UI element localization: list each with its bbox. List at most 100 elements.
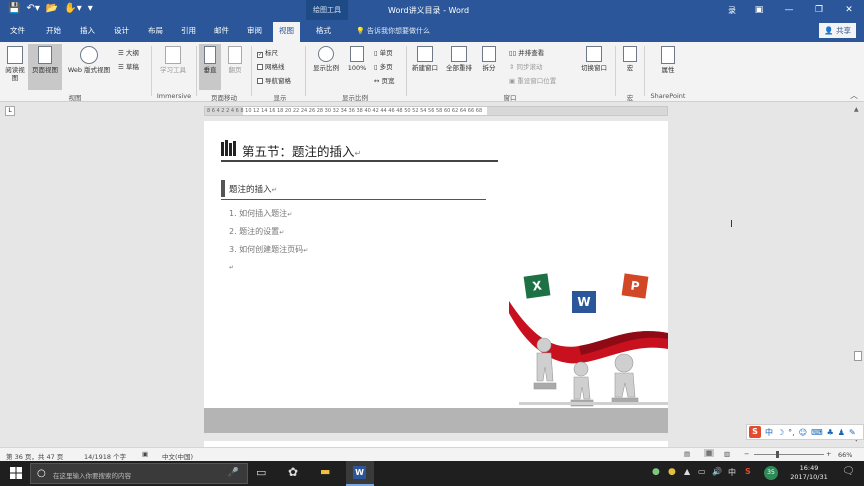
document-page[interactable]: 第五节：题注的插入↵ 题注的插入↵ 1. 如何插入题注↵ 2. 题注的设置↵ 3… xyxy=(204,121,668,433)
tell-me-box[interactable]: 💡 告诉我你想要做什么 xyxy=(356,26,430,36)
zoom-slider[interactable] xyxy=(754,451,824,458)
tab-format[interactable]: 格式 xyxy=(316,25,331,36)
share-button[interactable]: 👤 共享 xyxy=(819,23,856,38)
tab-home[interactable]: 开始 xyxy=(46,25,61,36)
zoom-out-icon[interactable]: − xyxy=(744,450,749,458)
taskbar-word-app[interactable]: W xyxy=(346,461,374,486)
tab-file[interactable]: 文件 xyxy=(10,25,25,36)
zoom-button[interactable]: 显示比例 xyxy=(309,46,343,72)
group-separator xyxy=(644,46,645,96)
sogou-tray-icon[interactable]: S xyxy=(745,467,751,476)
reset-position-button[interactable]: ▣ 重设窗口位置 xyxy=(509,75,556,85)
side-to-side-button[interactable]: 翻页 xyxy=(224,46,246,74)
smile-icon[interactable]: ☺ xyxy=(799,428,807,437)
zoom-in-icon[interactable]: + xyxy=(826,450,831,458)
tab-mailings[interactable]: 邮件 xyxy=(214,25,229,36)
switch-windows-button[interactable]: 切换窗口 xyxy=(576,46,612,72)
sync-scroll-button[interactable]: ⇕ 同步滚动 xyxy=(509,61,543,71)
moon-icon[interactable]: ☽ xyxy=(777,428,784,437)
windows-start-icon[interactable] xyxy=(10,467,22,479)
collapse-ribbon-icon[interactable]: ︿ xyxy=(850,90,858,101)
tray-app-icon[interactable]: ● xyxy=(652,467,660,477)
group-label-views: 视图 xyxy=(68,94,82,102)
web-layout-button[interactable]: Web 版式视图 xyxy=(63,46,115,74)
ribbon-display-options-button[interactable]: ▣ xyxy=(744,0,774,20)
shirt-icon[interactable]: ♟ xyxy=(838,428,845,437)
touch-mode-icon[interactable]: ✋▾ xyxy=(64,3,81,14)
paragraph-mark: ↵ xyxy=(229,264,235,271)
task-view-icon[interactable]: ▭ xyxy=(256,466,266,479)
print-layout-button[interactable]: 页面视图 xyxy=(28,44,62,90)
side-by-side-button[interactable]: ▯▯ 并排查看 xyxy=(509,47,544,57)
skin-icon[interactable]: ♣ xyxy=(827,428,834,437)
one-page-button[interactable]: ▯ 单页 xyxy=(374,47,393,57)
tray-badge[interactable]: 35 xyxy=(764,466,778,480)
scroll-thumb[interactable] xyxy=(854,351,862,361)
read-mode-view-icon[interactable]: ▤ xyxy=(684,450,690,458)
side-to-side-icon xyxy=(228,46,242,64)
horizontal-ruler[interactable]: 8 6 4 2 2 4 6 8 10 12 14 16 18 20 22 24 … xyxy=(204,106,668,116)
save-icon[interactable]: 💾 xyxy=(8,3,20,14)
wrench-icon[interactable]: ✎ xyxy=(849,428,856,437)
context-tab-label: 绘图工具 xyxy=(306,0,348,20)
tab-layout[interactable]: 布局 xyxy=(148,25,163,36)
read-mode-button[interactable]: 阅读视图 xyxy=(3,46,27,82)
restore-button[interactable]: ❐ xyxy=(804,0,834,20)
print-layout-view-icon[interactable]: ▦ xyxy=(704,449,715,457)
proofing-icon[interactable]: ▣ xyxy=(142,450,148,458)
learning-tools-button[interactable]: 学习工具 xyxy=(160,46,186,74)
app-pinwheel-icon[interactable]: ✿ xyxy=(288,465,298,479)
outline-button[interactable]: ☰ 大纲 xyxy=(118,47,139,57)
battery-icon[interactable]: ▭ xyxy=(698,467,706,476)
ime-toolbar[interactable]: S 中 ☽ °, ☺ ⌨ ♣ ♟ ✎ xyxy=(746,424,864,440)
ime-mode[interactable]: 中 xyxy=(765,427,773,438)
language[interactable]: 中文(中国) xyxy=(162,451,193,461)
tab-insert[interactable]: 插入 xyxy=(80,25,95,36)
microphone-icon[interactable]: 🎤 xyxy=(228,468,239,478)
tab-view[interactable]: 视图 xyxy=(273,22,300,42)
minimize-button[interactable]: — xyxy=(774,0,804,20)
gridlines-checkbox[interactable]: 网格线 xyxy=(257,61,285,71)
keyboard-icon[interactable]: ⌨ xyxy=(811,428,823,437)
split-button[interactable]: 拆分 xyxy=(478,46,500,72)
page-count[interactable]: 第 36 页，共 47 页 xyxy=(6,451,63,461)
nav-pane-checkbox[interactable]: 导航窗格 xyxy=(257,75,291,85)
word-count[interactable]: 14/1918 个字 xyxy=(84,451,126,461)
undo-icon[interactable]: ↶▾ xyxy=(26,3,39,14)
zoom-percent[interactable]: 66% xyxy=(838,451,852,459)
read-mode-icon xyxy=(7,46,23,64)
new-window-button[interactable]: 新建窗口 xyxy=(409,46,441,72)
draft-button[interactable]: ☰ 草稿 xyxy=(118,61,139,71)
arrange-all-button[interactable]: 全部重排 xyxy=(443,46,475,72)
vertical-button[interactable]: 垂直 xyxy=(199,44,221,90)
macros-button[interactable]: 宏 xyxy=(619,46,641,72)
close-button[interactable]: ✕ xyxy=(834,0,864,20)
tab-references[interactable]: 引用 xyxy=(181,25,196,36)
scroll-up-icon[interactable]: ▲ xyxy=(854,106,859,113)
zoom-100-button[interactable]: 100% xyxy=(344,46,370,72)
page-width-button[interactable]: ↔ 页宽 xyxy=(374,75,395,85)
paragraph-mark: ↵ xyxy=(287,211,293,218)
tab-selector[interactable]: L xyxy=(5,106,15,116)
zoom-slider-thumb[interactable] xyxy=(775,451,779,458)
tab-design[interactable]: 设计 xyxy=(114,25,129,36)
tray-app-icon[interactable]: ● xyxy=(668,467,676,477)
open-icon[interactable]: 📂 xyxy=(46,3,58,14)
tab-review[interactable]: 审阅 xyxy=(247,25,262,36)
user-name[interactable]: 录 xyxy=(728,5,736,16)
taskbar-search-box[interactable]: ○ 在这里输入你要搜索的内容 🎤 xyxy=(30,463,248,484)
file-explorer-icon[interactable]: ▬ xyxy=(320,465,330,478)
volume-icon[interactable]: 🔊 xyxy=(712,467,722,476)
customize-qat-icon[interactable]: ▾ xyxy=(88,3,93,14)
web-layout-view-icon[interactable]: ▥ xyxy=(724,450,730,458)
punctuation-icon[interactable]: °, xyxy=(788,428,795,437)
ruler-checkbox[interactable]: ✓ 标尺 xyxy=(257,47,278,58)
nav-pane-label: 导航窗格 xyxy=(265,77,291,85)
clock[interactable]: 16:49 2017/10/31 xyxy=(784,464,834,482)
action-center-icon[interactable]: 🗨 xyxy=(842,466,855,477)
tray-ime[interactable]: 中 xyxy=(728,467,736,478)
tray-arrow-icon[interactable]: ▲ xyxy=(684,467,690,476)
properties-button[interactable]: 属性 xyxy=(655,46,681,74)
vertical-scrollbar[interactable]: ▲ ▼ xyxy=(852,106,864,444)
multi-page-button[interactable]: ▯ 多页 xyxy=(374,61,393,71)
